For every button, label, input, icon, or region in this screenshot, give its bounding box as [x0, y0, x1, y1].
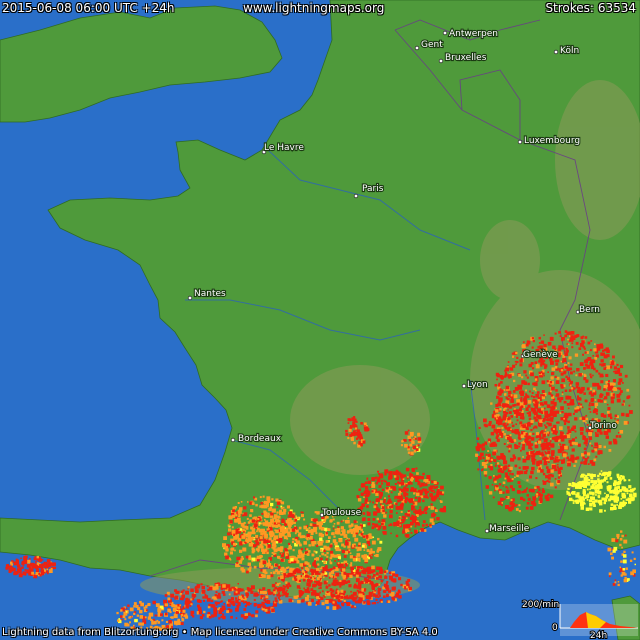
city-toulouse[interactable]: Toulouse: [319, 507, 363, 519]
city-nantes[interactable]: Nantes: [187, 288, 227, 301]
lightning-map[interactable]: Gent Antwerpen Bruxelles Köln Luxembourg…: [0, 0, 640, 640]
svg-text:Bordeaux: Bordeaux: [238, 434, 282, 444]
svg-text:Marseille: Marseille: [489, 524, 530, 534]
city-torino[interactable]: Torino: [587, 420, 618, 432]
city-bruxelles[interactable]: Bruxelles: [438, 52, 488, 64]
svg-text:Köln: Köln: [560, 46, 579, 56]
strokes-label: Strokes:: [545, 1, 594, 15]
svg-text:Toulouse: Toulouse: [321, 508, 362, 518]
strokes-count: 63534: [597, 1, 636, 15]
attribution: Lightning data from Blitzortung.org • Ma…: [2, 627, 438, 638]
city-bern[interactable]: Bern: [575, 304, 601, 316]
city-antwerpen[interactable]: Antwerpen: [442, 28, 499, 40]
legend-time: 24h: [590, 631, 607, 640]
svg-text:Bruxelles: Bruxelles: [445, 53, 487, 63]
svg-text:Nantes: Nantes: [194, 289, 226, 299]
city-le-havre[interactable]: Le Havre: [261, 142, 305, 155]
svg-text:Luxembourg: Luxembourg: [524, 136, 580, 146]
city-geneve[interactable]: Genève: [520, 348, 559, 361]
strokes-counter: Strokes: 63534: [545, 0, 636, 16]
city-marseille[interactable]: Marseille: [484, 523, 531, 535]
legend-min: 0: [552, 623, 558, 633]
city-lyon[interactable]: Lyon: [461, 379, 489, 391]
city-bordeaux[interactable]: Bordeaux: [230, 433, 283, 445]
svg-text:Torino: Torino: [589, 421, 617, 431]
license-link[interactable]: Map licensed under Creative Commons BY-S…: [191, 627, 438, 638]
svg-text:Lyon: Lyon: [467, 380, 488, 390]
svg-text:Antwerpen: Antwerpen: [449, 29, 498, 39]
svg-text:Gent: Gent: [421, 40, 443, 50]
city-luxembourg[interactable]: Luxembourg: [517, 135, 581, 147]
timestamp-label: 2015-06-08 06:00 UTC +24h: [2, 1, 175, 15]
svg-text:Bern: Bern: [579, 305, 600, 315]
data-credit-link[interactable]: Lightning data from Blitzortung.org: [2, 627, 178, 638]
map-canvas[interactable]: Gent Antwerpen Bruxelles Köln Luxembourg…: [0, 0, 640, 640]
svg-text:Genève: Genève: [523, 349, 558, 360]
svg-text:Le Havre: Le Havre: [264, 143, 304, 153]
site-link[interactable]: www.lightningmaps.org: [243, 0, 384, 16]
footer-separator: •: [181, 627, 188, 638]
svg-text:Paris: Paris: [362, 184, 384, 194]
legend-max: 200/min: [522, 600, 559, 610]
